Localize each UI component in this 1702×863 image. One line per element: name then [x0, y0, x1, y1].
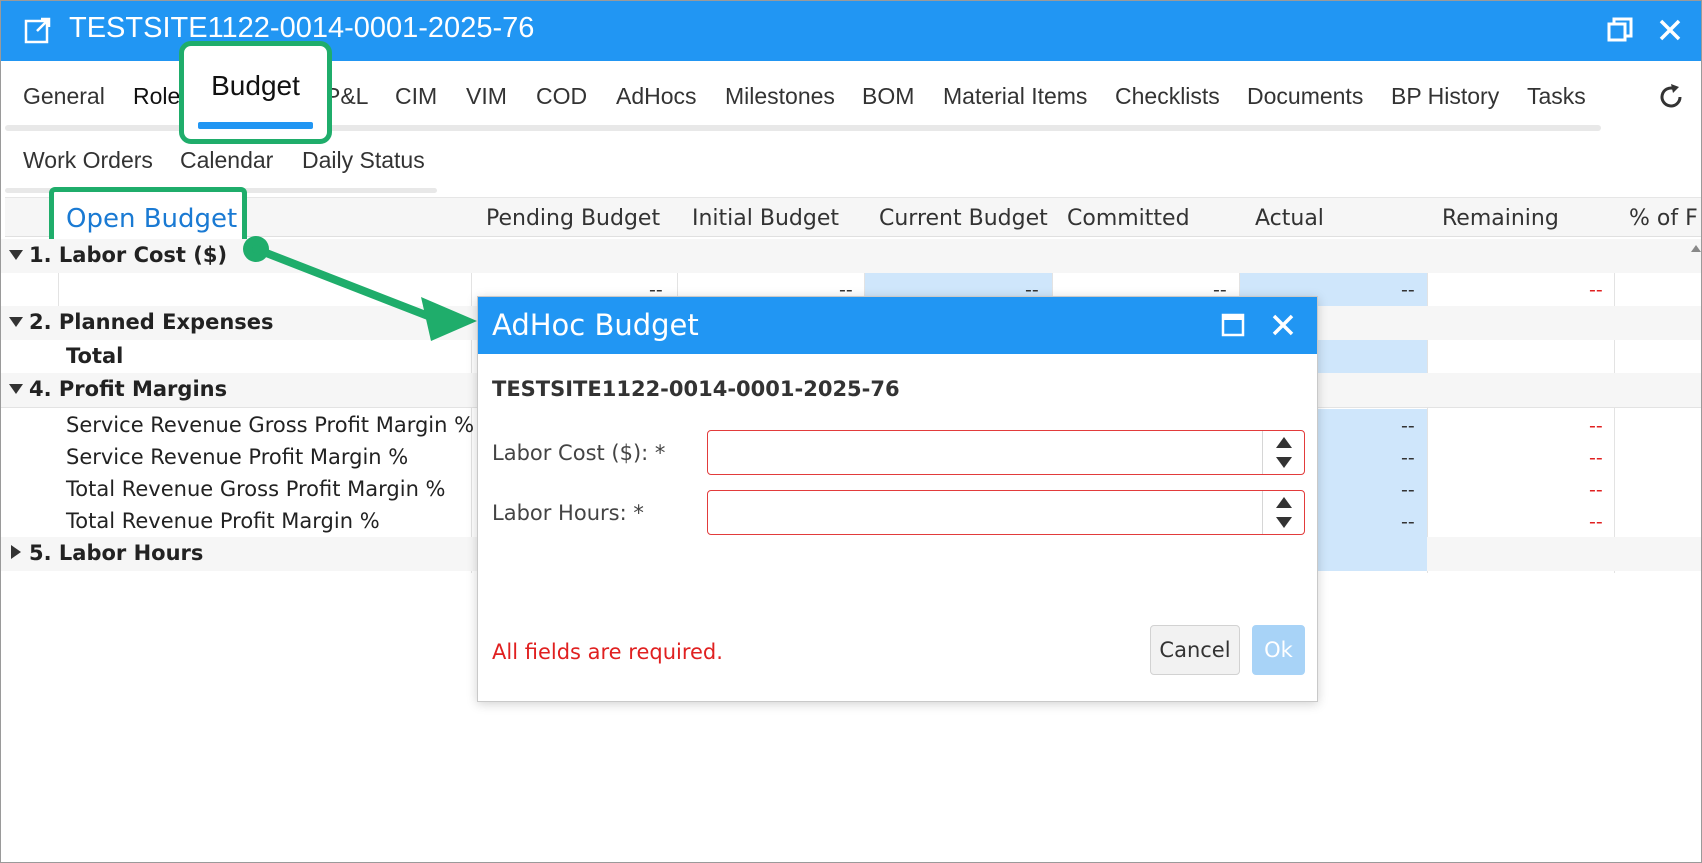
dialog-title: AdHoc Budget	[492, 308, 699, 342]
tab-general[interactable]: General	[23, 83, 105, 110]
adhoc-budget-dialog: AdHoc Budget TESTSITE1122-0014-0001-2025…	[477, 296, 1318, 702]
col-initial-budget[interactable]: Initial Budget	[692, 206, 839, 231]
tab-bom[interactable]: BOM	[862, 83, 914, 110]
col-committed[interactable]: Committed	[1067, 206, 1190, 231]
open-budget-highlight[interactable]: Open Budget	[49, 187, 247, 247]
labor-hours-input[interactable]	[708, 491, 1263, 534]
row-label: Service Revenue Profit Margin %	[66, 445, 409, 469]
labor-cost-label: Labor Cost ($): *	[492, 441, 666, 465]
ok-button[interactable]: Ok	[1252, 625, 1305, 675]
cell-value: --	[1401, 415, 1415, 437]
col-actual[interactable]: Actual	[1255, 206, 1324, 231]
group-label: 1. Labor Cost ($)	[29, 243, 228, 267]
cell-value-negative: --	[1589, 279, 1603, 301]
collapse-caret-icon[interactable]	[9, 317, 23, 327]
expand-caret-icon[interactable]	[11, 545, 21, 559]
tab-material-items[interactable]: Material Items	[943, 83, 1087, 110]
col-remaining[interactable]: Remaining	[1442, 206, 1559, 231]
collapse-caret-icon[interactable]	[9, 384, 23, 394]
tab-vim[interactable]: VIM	[466, 83, 507, 110]
tab-budget[interactable]: Budget	[184, 70, 327, 102]
tab-daily-status[interactable]: Daily Status	[302, 147, 425, 174]
cell-value-negative: --	[1589, 511, 1603, 533]
decrement-arrow-icon[interactable]	[1276, 517, 1292, 528]
validation-error: All fields are required.	[492, 640, 723, 664]
tab-documents[interactable]: Documents	[1247, 83, 1363, 110]
restore-window-icon[interactable]	[1605, 15, 1635, 45]
cell-value: --	[1401, 279, 1415, 301]
close-icon[interactable]	[1269, 311, 1297, 339]
tab-bp-history[interactable]: BP History	[1391, 83, 1499, 110]
col-percent[interactable]: % of F	[1629, 206, 1698, 231]
labor-cost-spinner[interactable]	[1262, 431, 1304, 474]
tab-adhocs[interactable]: AdHocs	[616, 83, 697, 110]
maximize-icon[interactable]	[1221, 313, 1245, 337]
cancel-button[interactable]: Cancel	[1150, 625, 1240, 675]
tab-tasks[interactable]: Tasks	[1527, 83, 1586, 110]
total-label: Total	[66, 344, 124, 368]
collapse-caret-icon[interactable]	[9, 250, 23, 260]
increment-arrow-icon[interactable]	[1276, 437, 1292, 448]
group-label: 5. Labor Hours	[29, 541, 204, 565]
group-labor-cost[interactable]: 1. Labor Cost ($)	[1, 239, 1701, 273]
dialog-header: AdHoc Budget	[478, 297, 1317, 354]
cell-value-negative: --	[1589, 447, 1603, 469]
budget-window: TESTSITE1122-0014-0001-2025-76 General R…	[0, 0, 1702, 863]
row-label: Total Revenue Gross Profit Margin %	[66, 477, 446, 501]
tab-cim[interactable]: CIM	[395, 83, 437, 110]
col-pending-budget[interactable]: Pending Budget	[486, 206, 660, 231]
tab-checklists[interactable]: Checklists	[1115, 83, 1220, 110]
group-label: 4. Profit Margins	[29, 377, 228, 401]
labor-hours-label: Labor Hours: *	[492, 501, 644, 525]
dialog-subtitle: TESTSITE1122-0014-0001-2025-76	[492, 377, 900, 401]
col-current-budget[interactable]: Current Budget	[879, 206, 1048, 231]
refresh-icon[interactable]	[1655, 81, 1687, 113]
open-budget-link[interactable]: Open Budget	[66, 204, 237, 234]
decrement-arrow-icon[interactable]	[1276, 457, 1292, 468]
group-label: 2. Planned Expenses	[29, 310, 274, 334]
cell-value: --	[1401, 479, 1415, 501]
row-label: Service Revenue Gross Profit Margin %	[66, 413, 475, 437]
scroll-up-arrow-icon[interactable]	[1691, 245, 1701, 252]
increment-arrow-icon[interactable]	[1276, 497, 1292, 508]
labor-hours-field[interactable]	[707, 490, 1305, 535]
active-tab-indicator	[198, 122, 313, 129]
grid-header: Pending Budget Initial Budget Current Bu…	[5, 197, 1701, 237]
cell-value-negative: --	[1589, 479, 1603, 501]
labor-hours-spinner[interactable]	[1262, 491, 1304, 534]
row-label: Total Revenue Profit Margin %	[66, 509, 380, 533]
tab-cod[interactable]: COD	[536, 83, 587, 110]
close-window-icon[interactable]	[1655, 15, 1685, 45]
labor-cost-input[interactable]	[708, 431, 1263, 474]
tab-calendar[interactable]: Calendar	[180, 147, 273, 174]
labor-cost-field[interactable]	[707, 430, 1305, 475]
tab-work-orders[interactable]: Work Orders	[23, 147, 153, 174]
cell-value: --	[1401, 447, 1415, 469]
open-external-icon[interactable]	[23, 15, 53, 45]
tab-milestones[interactable]: Milestones	[725, 83, 835, 110]
cell-value-negative: --	[1589, 415, 1603, 437]
cell-value: --	[1401, 511, 1415, 533]
tab-role[interactable]: Role	[133, 83, 180, 110]
tab-budget-highlight[interactable]: Budget	[179, 41, 332, 144]
